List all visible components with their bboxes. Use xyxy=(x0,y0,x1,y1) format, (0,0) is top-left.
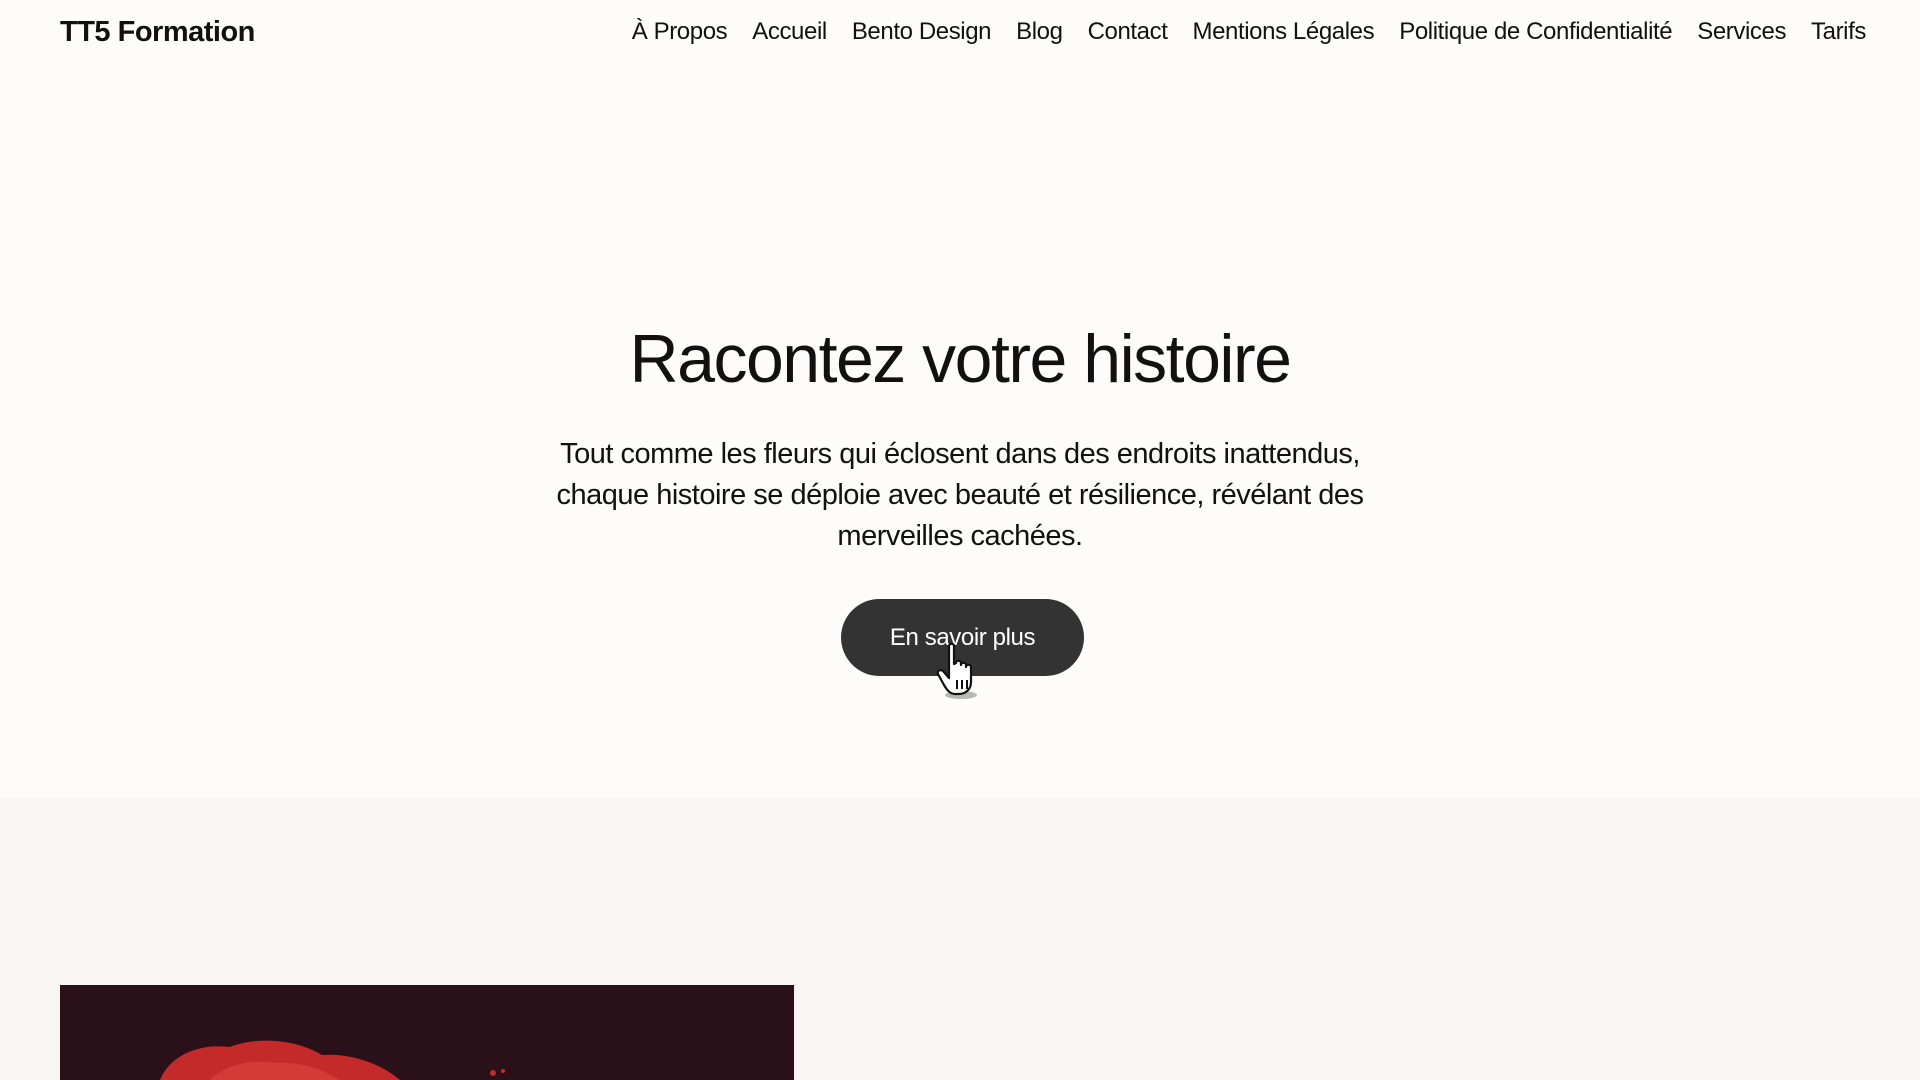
hero-section: Racontez votre histoire Tout comme les f… xyxy=(0,64,1920,798)
nav-item-services[interactable]: Services xyxy=(1697,18,1786,46)
nav-item-accueil[interactable]: Accueil xyxy=(752,18,827,46)
learn-more-button-label: En savoir plus xyxy=(889,623,1036,651)
nav-item-mentions-legales[interactable]: Mentions Légales xyxy=(1192,18,1374,46)
content-section xyxy=(0,798,1920,1080)
nav-item-tarifs[interactable]: Tarifs xyxy=(1811,18,1866,46)
page: TT5 Formation À Propos Accueil Bento Des… xyxy=(0,0,1920,1080)
learn-more-button[interactable]: En savoir plus xyxy=(841,599,1084,676)
main-navigation: À Propos Accueil Bento Design Blog Conta… xyxy=(632,18,1867,46)
hero-description: Tout comme les fleurs qui éclosent dans … xyxy=(556,438,1364,552)
featured-image xyxy=(60,985,794,1080)
nav-item-politique-de-confidentialite[interactable]: Politique de Confidentialité xyxy=(1399,18,1672,46)
nav-item-bento-design[interactable]: Bento Design xyxy=(852,18,992,46)
site-title-link[interactable]: TT5 Formation xyxy=(60,16,255,49)
nav-item-a-propos[interactable]: À Propos xyxy=(632,18,728,46)
hero-heading: Racontez votre histoire xyxy=(629,321,1292,397)
nav-item-blog[interactable]: Blog xyxy=(1016,18,1063,46)
site-header: TT5 Formation À Propos Accueil Bento Des… xyxy=(0,0,1920,64)
nav-item-contact[interactable]: Contact xyxy=(1088,18,1168,46)
flower-image xyxy=(60,985,794,1080)
